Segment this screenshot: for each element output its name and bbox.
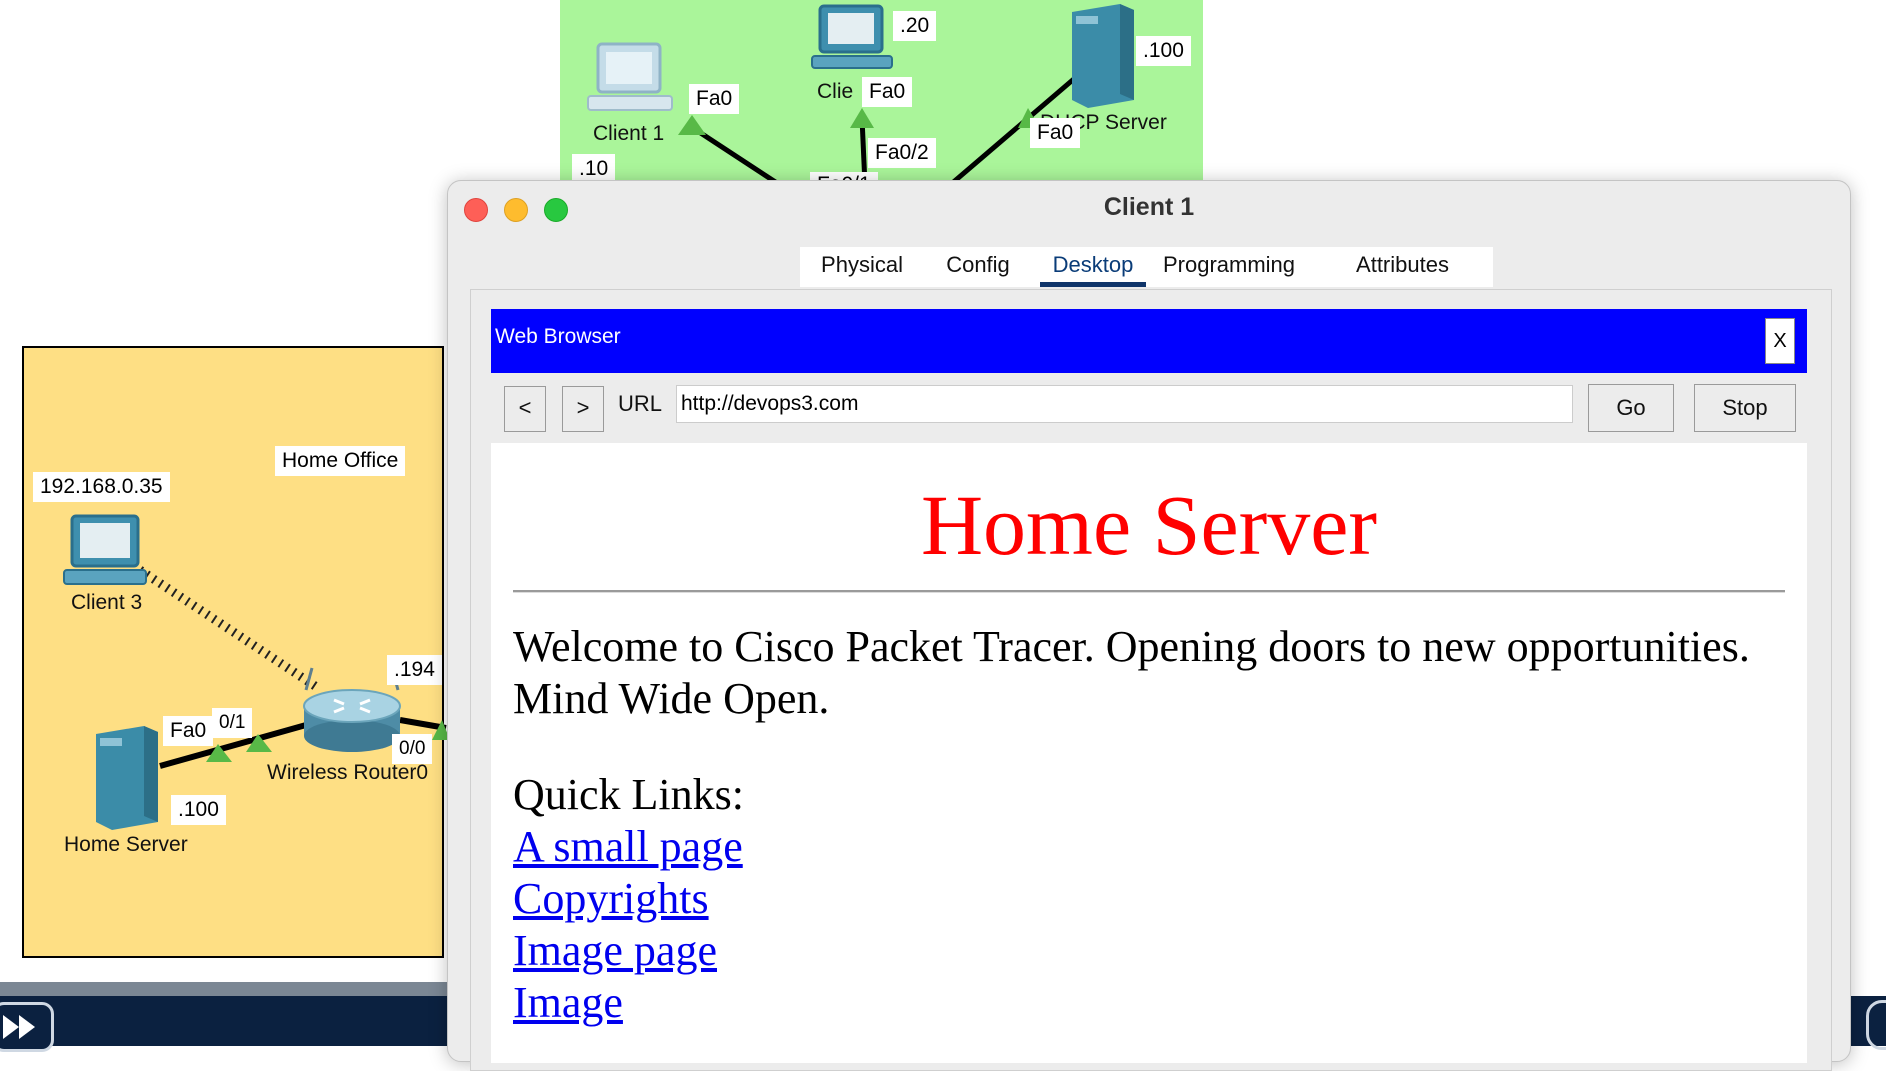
welcome-text: Welcome to Cisco Packet Tracer. Opening … (513, 622, 1750, 723)
server-port-label: Fa0 (163, 716, 214, 746)
browser-close-button[interactable]: X (1765, 318, 1795, 364)
home-office-label: Home Office (275, 446, 406, 476)
browser-page-view[interactable]: Home Server Welcome to Cisco Packet Trac… (491, 443, 1807, 1063)
switch-port-label: Fa0/2 (868, 138, 936, 168)
client2-port-label: Fa0 (862, 77, 913, 107)
stop-button[interactable]: Stop (1694, 384, 1796, 432)
router-addr-label: .194 (387, 655, 442, 685)
server-addr-label: .100 (171, 795, 226, 825)
page-divider (513, 590, 1785, 593)
tab-config[interactable]: Config (924, 247, 1032, 287)
page-heading: Home Server (920, 477, 1378, 573)
client1-port-label: Fa0 (689, 84, 740, 114)
fast-forward-icon (3, 1015, 35, 1039)
link-image-page[interactable]: Image page (513, 925, 717, 976)
tab-desktop[interactable]: Desktop (1040, 247, 1146, 287)
tab-programming[interactable]: Programming (1146, 247, 1312, 287)
workspace-scrollbar[interactable] (0, 982, 450, 996)
window-titlebar[interactable]: Client 1 (448, 181, 1850, 235)
client3-device-label: Client 3 (71, 591, 143, 614)
device-tabbar: Physical Config Desktop Programming Attr… (800, 247, 1493, 287)
server-icon (96, 726, 158, 830)
link-light-icon (850, 108, 874, 128)
tab-physical[interactable]: Physical (800, 247, 924, 287)
back-button[interactable]: < (504, 386, 546, 432)
window-title: Client 1 (1103, 193, 1195, 221)
link-image[interactable]: Image (513, 977, 623, 1028)
server-icon (1072, 4, 1134, 108)
browser-header: Web Browser X (491, 309, 1807, 373)
quick-links-label: Quick Links: (513, 770, 744, 819)
client2-device-label: Clie (817, 80, 854, 103)
router-port-right-label: 0/0 (392, 734, 433, 764)
forward-button[interactable]: > (562, 386, 604, 432)
fast-forward-button[interactable] (0, 1002, 54, 1052)
pc-icon (63, 514, 147, 585)
client1-window: Client 1 Physical Config Desktop Program… (447, 180, 1851, 1071)
client2-addr-label: .20 (893, 11, 937, 41)
pc-icon (811, 4, 893, 69)
toolbar-right-button[interactable] (1866, 1000, 1886, 1050)
tab-attributes[interactable]: Attributes (1312, 247, 1493, 287)
go-button[interactable]: Go (1588, 384, 1674, 432)
wireless-link (137, 566, 321, 692)
client1-device-label: Client 1 (593, 122, 665, 145)
router-device-label: Wireless Router0 (267, 761, 429, 784)
url-label: URL (618, 391, 663, 416)
router-icon (303, 667, 401, 752)
url-input[interactable] (676, 385, 1573, 423)
server-device-label: Home Server (64, 833, 188, 856)
link-copyrights[interactable]: Copyrights (513, 873, 709, 924)
dhcp-server-addr-label: .100 (1136, 36, 1191, 66)
link-small-page[interactable]: A small page (513, 821, 743, 872)
link-light-icon (678, 115, 706, 135)
client3-ip-label: 192.168.0.35 (33, 472, 170, 502)
dhcp-server-port-label: Fa0 (1030, 118, 1081, 148)
router-port-left-label: 0/1 (212, 708, 253, 738)
pc-icon (587, 42, 673, 111)
browser-title: Web Browser (495, 325, 621, 348)
